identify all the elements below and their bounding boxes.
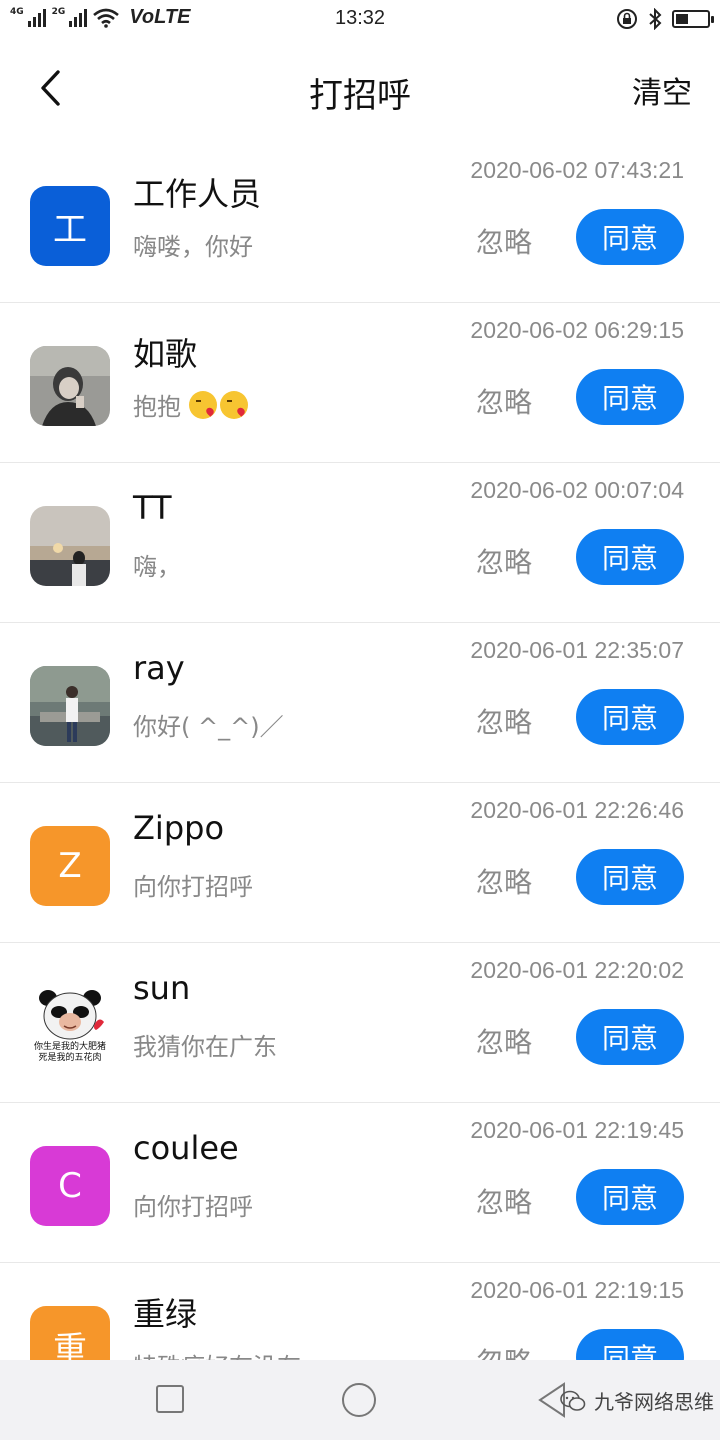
timestamp: 2020-06-01 22:19:45 bbox=[470, 1117, 684, 1143]
avatar-caption-line: 死是我的五花肉 bbox=[38, 1053, 102, 1063]
rotation-lock-icon bbox=[617, 9, 637, 29]
contact-name: sun bbox=[133, 969, 191, 1007]
avatar[interactable] bbox=[30, 346, 110, 426]
panda-meme-icon bbox=[39, 990, 104, 1040]
avatar-photo bbox=[30, 666, 110, 746]
greeting-message: 我猜你在广东 bbox=[133, 1027, 277, 1062]
ignore-button[interactable]: 忽略 bbox=[476, 701, 532, 741]
contact-name: Zippo bbox=[133, 809, 225, 847]
contact-name: 重绿 bbox=[133, 1295, 198, 1333]
kiss-emoji-icon bbox=[189, 390, 217, 419]
avatar-photo bbox=[30, 346, 110, 426]
ignore-button[interactable]: 忽略 bbox=[476, 541, 532, 581]
list-item[interactable]: TT 嗨， 2020-06-02 00:07:04 忽略 同意 bbox=[0, 463, 720, 623]
avatar[interactable]: 重 bbox=[30, 1306, 110, 1360]
page-title: 打招呼 bbox=[309, 76, 411, 116]
list-item[interactable]: 重 重绿 特殊癖好有没有 2020-06-01 22:19:15 忽略 同意 bbox=[0, 1263, 720, 1360]
greeting-message: 抱抱 bbox=[133, 387, 248, 422]
contact-name: ray bbox=[133, 649, 185, 687]
avatar[interactable] bbox=[30, 666, 110, 746]
ignore-button[interactable]: 忽略 bbox=[476, 1181, 532, 1221]
agree-button[interactable]: 同意 bbox=[576, 689, 684, 745]
clear-button[interactable]: 清空 bbox=[632, 68, 692, 112]
greeting-message-text: 我猜你在广东 bbox=[133, 1033, 277, 1061]
ignore-button[interactable]: 忽略 bbox=[476, 1021, 532, 1061]
timestamp: 2020-06-01 22:19:15 bbox=[470, 1277, 684, 1303]
watermark: 九爷网络思维 bbox=[560, 1386, 714, 1415]
ignore-button[interactable]: 忽略 bbox=[476, 381, 532, 421]
battery-icon bbox=[672, 10, 714, 28]
greeting-message: 特殊癖好有没有 bbox=[133, 1347, 301, 1360]
agree-button[interactable]: 同意 bbox=[576, 849, 684, 905]
greeting-message-text: 特殊癖好有没有 bbox=[133, 1347, 301, 1360]
avatar[interactable]: 工 bbox=[30, 186, 110, 266]
greeting-message: 嗨， bbox=[133, 547, 181, 582]
timestamp: 2020-06-02 00:07:04 bbox=[470, 477, 684, 503]
timestamp: 2020-06-01 22:35:07 bbox=[470, 637, 684, 663]
avatar[interactable]: Z bbox=[30, 826, 110, 906]
status-bar: 4G 2G VoLTE 13:32 bbox=[0, 0, 720, 38]
timestamp: 2020-06-02 06:29:15 bbox=[470, 317, 684, 343]
contact-name: 如歌 bbox=[133, 335, 198, 373]
wechat-logo-icon bbox=[560, 1390, 586, 1411]
ignore-button[interactable]: 忽略 bbox=[476, 221, 532, 261]
greeting-message: 你好( ^_^)／ bbox=[133, 707, 284, 742]
contact-name: 工作人员 bbox=[133, 175, 262, 213]
agree-button[interactable]: 同意 bbox=[576, 529, 684, 585]
greeting-message-text: 嗨喽，你好 bbox=[133, 233, 253, 261]
header: 打招呼 清空 bbox=[0, 38, 720, 138]
ignore-button[interactable]: 忽略 bbox=[476, 1341, 532, 1360]
avatar-photo bbox=[30, 506, 110, 586]
greeting-message: 嗨喽，你好 bbox=[133, 227, 253, 262]
greeting-message: 向你打招呼 bbox=[133, 867, 253, 902]
agree-button[interactable]: 同意 bbox=[576, 369, 684, 425]
agree-button[interactable]: 同意 bbox=[576, 1169, 684, 1225]
list-item[interactable]: 工 工作人员 嗨喽，你好 2020-06-02 07:43:21 忽略 同意 bbox=[0, 143, 720, 303]
list-item[interactable]: 如歌 抱抱 2020-06-02 06:29:15 忽略 同意 bbox=[0, 303, 720, 463]
bluetooth-icon bbox=[649, 8, 662, 30]
greeting-message-text: 嗨， bbox=[133, 553, 181, 581]
greeting-message-text: 你好( ^_^)／ bbox=[133, 713, 284, 741]
agree-button[interactable]: 同意 bbox=[576, 209, 684, 265]
greeting-message: 向你打招呼 bbox=[133, 1187, 253, 1222]
timestamp: 2020-06-01 22:20:02 bbox=[470, 957, 684, 983]
home-button[interactable] bbox=[342, 1383, 376, 1417]
list-item[interactable]: Z Zippo 向你打招呼 2020-06-01 22:26:46 忽略 同意 bbox=[0, 783, 720, 943]
timestamp: 2020-06-02 07:43:21 bbox=[470, 157, 684, 183]
agree-button[interactable]: 同意 bbox=[576, 1329, 684, 1360]
agree-button[interactable]: 同意 bbox=[576, 1009, 684, 1065]
status-right bbox=[616, 8, 714, 30]
system-nav-bar: 九爷网络思维 bbox=[0, 1360, 720, 1440]
greeting-message-text: 向你打招呼 bbox=[133, 873, 253, 901]
ignore-button[interactable]: 忽略 bbox=[476, 861, 532, 901]
watermark-text: 九爷网络思维 bbox=[594, 1390, 714, 1414]
timestamp: 2020-06-01 22:26:46 bbox=[470, 797, 684, 823]
chevron-left-icon bbox=[41, 70, 60, 106]
greeting-list[interactable]: 工 工作人员 嗨喽，你好 2020-06-02 07:43:21 忽略 同意 如… bbox=[0, 143, 720, 1360]
avatar[interactable] bbox=[30, 506, 110, 586]
status-time: 13:32 bbox=[334, 7, 386, 29]
back-button[interactable] bbox=[30, 66, 70, 110]
kiss-emoji-icon bbox=[220, 390, 248, 419]
list-item[interactable]: ray 你好( ^_^)／ 2020-06-01 22:35:07 忽略 同意 bbox=[0, 623, 720, 783]
avatar-caption-line: 你生是我的大肥猪 bbox=[33, 1042, 106, 1052]
list-item[interactable]: C coulee 向你打招呼 2020-06-01 22:19:45 忽略 同意 bbox=[0, 1103, 720, 1263]
greeting-message-text: 向你打招呼 bbox=[133, 1193, 253, 1221]
avatar[interactable]: C bbox=[30, 1146, 110, 1226]
contact-name: coulee bbox=[133, 1129, 239, 1167]
avatar-caption: 你生是我的大肥猪 死是我的五花肉 bbox=[34, 1042, 106, 1064]
greeting-message-text: 抱抱 bbox=[133, 393, 181, 421]
contact-name: TT bbox=[133, 489, 172, 527]
recents-button[interactable] bbox=[156, 1385, 184, 1413]
avatar[interactable]: 你生是我的大肥猪 死是我的五花肉 bbox=[30, 986, 110, 1066]
list-item[interactable]: 你生是我的大肥猪 死是我的五花肉 sun 我猜你在广东 2020-06-01 2… bbox=[0, 943, 720, 1103]
